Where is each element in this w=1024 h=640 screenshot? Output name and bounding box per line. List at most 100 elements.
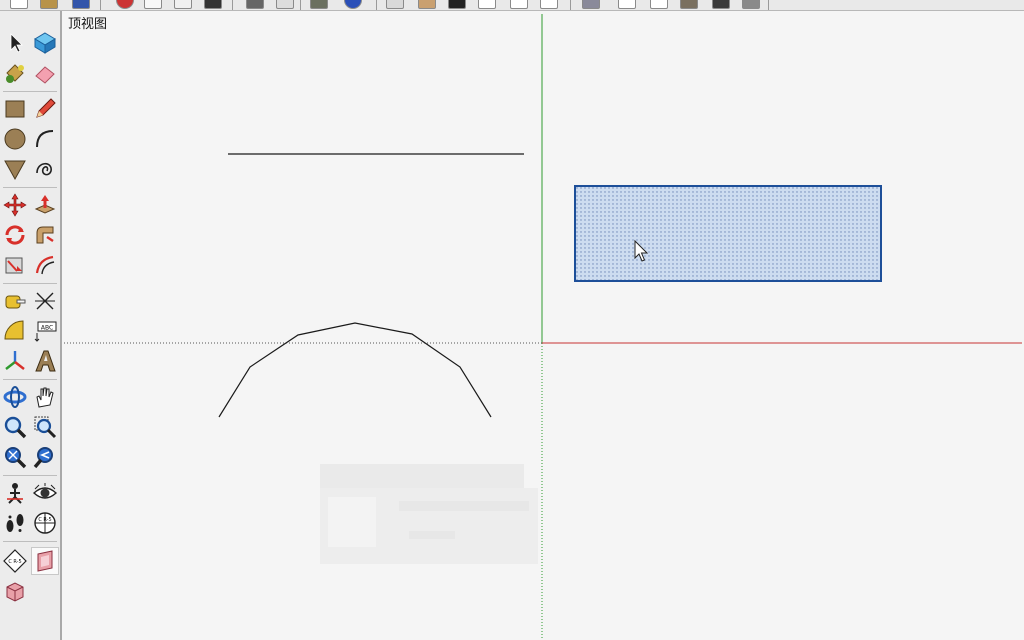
zoom-window-tool[interactable]	[31, 413, 59, 441]
erase-icon[interactable]	[204, 0, 222, 9]
section-plane-tool[interactable]: C R-5	[31, 509, 59, 537]
model-info-icon[interactable]	[344, 0, 362, 9]
xray-icon[interactable]	[582, 0, 600, 9]
iso-view-icon[interactable]	[386, 0, 404, 9]
walk-tool[interactable]	[1, 509, 29, 537]
paint-bucket-icon	[6, 64, 24, 83]
component-cube-icon	[34, 32, 56, 54]
make-component-tool[interactable]	[31, 29, 59, 57]
paste-icon[interactable]	[174, 0, 192, 9]
modeling-viewport[interactable]: 顶视图	[64, 11, 1024, 640]
back-view-icon[interactable]	[510, 0, 528, 9]
circle-tool[interactable]	[1, 125, 29, 153]
undo-icon[interactable]	[246, 0, 264, 9]
cut-icon[interactable]	[116, 0, 134, 9]
zoom-extents-icon	[5, 447, 27, 469]
follow-me-icon	[36, 226, 54, 244]
position-camera-icon	[7, 483, 23, 504]
scale-tool[interactable]	[1, 251, 29, 279]
monochrome-icon[interactable]	[742, 0, 760, 9]
main-toolbar	[0, 0, 1024, 11]
zoom-previous-icon	[33, 447, 53, 469]
palette-separator	[3, 283, 57, 284]
hidden-line-icon[interactable]	[650, 0, 668, 9]
front-view-icon[interactable]	[448, 0, 466, 9]
paint-bucket-tool[interactable]	[1, 59, 29, 87]
protractor-icon	[4, 320, 24, 340]
push-pull-tool[interactable]	[31, 191, 59, 219]
open-icon[interactable]	[40, 0, 58, 9]
arc-edge[interactable]	[218, 322, 492, 418]
shaded-icon[interactable]	[680, 0, 698, 9]
polygon-icon	[4, 160, 26, 181]
offset-icon	[35, 255, 55, 275]
zoom-window-icon	[34, 416, 57, 439]
orbit-icon	[3, 386, 27, 408]
section-cut-icon	[37, 550, 53, 572]
pencil-icon	[36, 98, 56, 118]
section-cuts-tool[interactable]	[31, 547, 59, 575]
shaded-texture-icon[interactable]	[712, 0, 730, 9]
follow-me-tool[interactable]	[31, 221, 59, 249]
rotate-tool[interactable]	[1, 221, 29, 249]
toolbar-separator	[768, 0, 769, 10]
offset-tool[interactable]	[31, 251, 59, 279]
text-tool[interactable]: ABC	[31, 317, 59, 345]
axes-tool[interactable]	[1, 347, 29, 375]
pan-tool[interactable]	[31, 383, 59, 411]
new-icon[interactable]	[10, 0, 28, 9]
toolbar-separator	[232, 0, 233, 10]
position-camera-tag: C R-5	[8, 559, 21, 565]
zoom-extents-tool[interactable]	[1, 443, 29, 471]
freehand-icon	[36, 162, 52, 176]
toolbar-separator	[570, 0, 571, 10]
tape-measure-tool[interactable]	[1, 287, 29, 315]
wireframe-icon[interactable]	[618, 0, 636, 9]
toolbar-separator	[300, 0, 301, 10]
palette-separator	[3, 379, 57, 380]
zoom-previous-tool[interactable]	[31, 443, 59, 471]
push-pull-icon	[34, 195, 56, 214]
move-arrows-icon	[3, 193, 27, 217]
polygon-tool[interactable]	[1, 155, 29, 183]
move-tool[interactable]	[1, 191, 29, 219]
ghost-dialog	[320, 464, 538, 564]
arc-tool[interactable]	[31, 125, 59, 153]
3d-text-tool[interactable]	[31, 347, 59, 375]
circle-icon	[4, 128, 26, 150]
model-canvas[interactable]	[64, 11, 1024, 640]
section-tag: C R-5	[38, 517, 51, 523]
footprints-icon	[6, 514, 24, 532]
section-fill-tool[interactable]	[1, 577, 29, 605]
select-tool[interactable]	[1, 29, 29, 57]
rectangle-tool[interactable]	[1, 95, 29, 123]
dimension-tool[interactable]	[31, 287, 59, 315]
copy-icon[interactable]	[144, 0, 162, 9]
arc-icon	[36, 130, 54, 148]
section-plane-icon: C R-5	[34, 512, 56, 534]
eye-icon	[33, 483, 57, 499]
rectangle-icon	[5, 100, 25, 118]
right-view-icon[interactable]	[478, 0, 496, 9]
look-around-tool[interactable]	[31, 479, 59, 507]
palette-separator	[3, 187, 57, 188]
3d-text-icon	[35, 350, 56, 372]
protractor-tool[interactable]	[1, 317, 29, 345]
selected-rectangle-face[interactable]	[574, 185, 882, 282]
freehand-tool[interactable]	[31, 155, 59, 183]
section-fill-icon	[6, 582, 24, 602]
print-icon[interactable]	[310, 0, 328, 9]
line-tool[interactable]	[31, 95, 59, 123]
zoom-tool[interactable]	[1, 413, 29, 441]
section-display-tool[interactable]: C R-5	[1, 547, 29, 575]
eraser-tool[interactable]	[31, 59, 59, 87]
save-icon[interactable]	[72, 0, 90, 9]
text-label-icon: ABC	[34, 321, 57, 342]
palette-separator	[3, 541, 57, 542]
top-view-icon[interactable]	[418, 0, 436, 9]
position-camera-tool[interactable]	[1, 479, 29, 507]
left-view-icon[interactable]	[540, 0, 558, 9]
redo-icon[interactable]	[276, 0, 294, 9]
palette-separator	[3, 475, 57, 476]
orbit-tool[interactable]	[1, 383, 29, 411]
